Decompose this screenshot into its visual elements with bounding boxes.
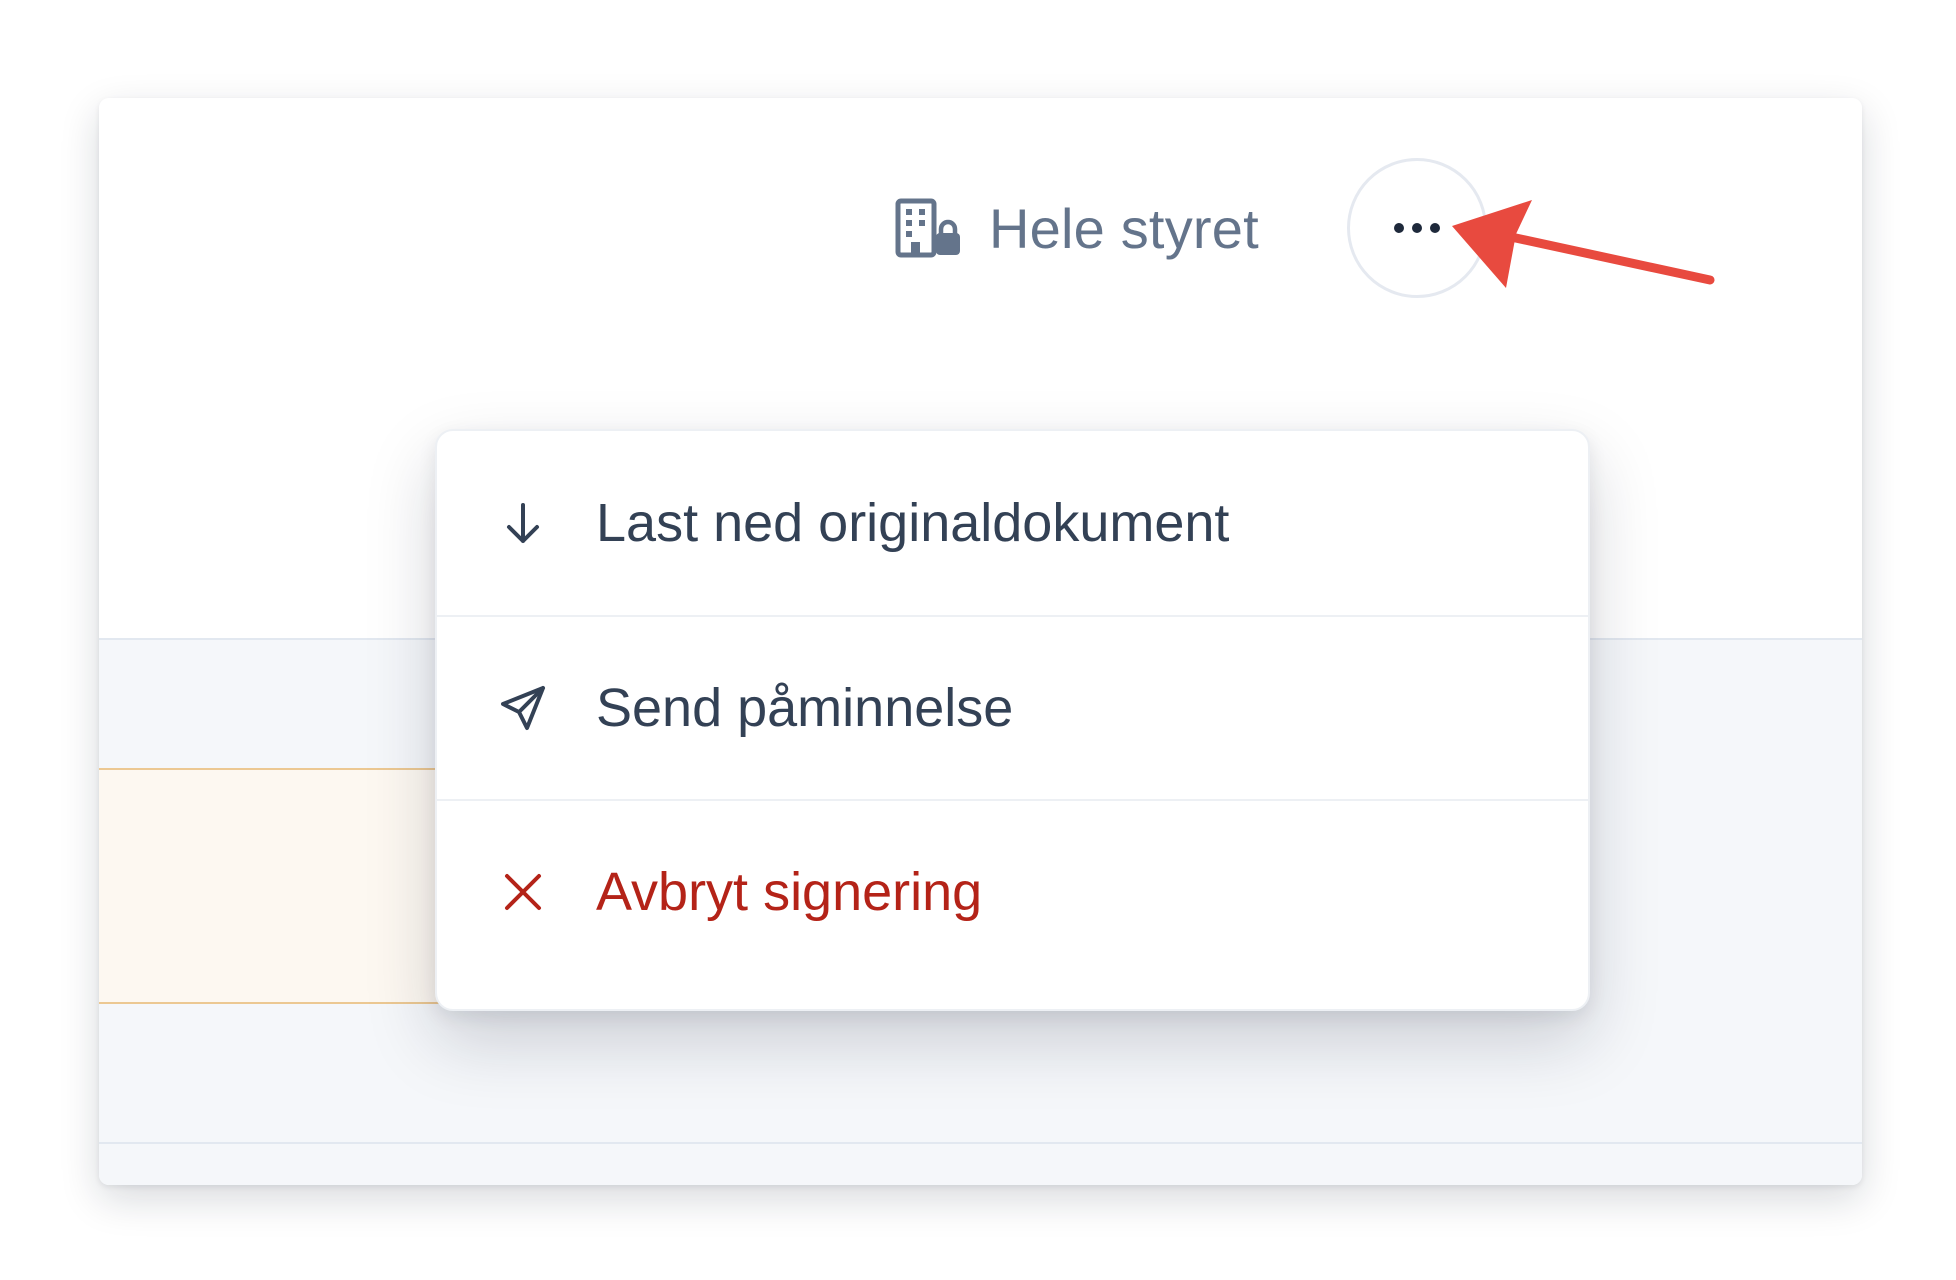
building-lock-icon: [895, 198, 960, 258]
menu-item-label: Avbryt signering: [596, 862, 983, 922]
more-horizontal-icon: [1390, 223, 1444, 233]
access-label: Hele styret: [989, 196, 1259, 260]
close-icon: [505, 874, 541, 910]
annotation-arrow: [1452, 200, 1715, 288]
send-icon: [501, 686, 545, 730]
menu-item-send-reminder[interactable]: Send påminnelse: [437, 615, 1588, 799]
options-dropdown-menu: Last ned originaldokument Send påminnels…: [435, 429, 1590, 1011]
divider: [99, 1142, 1862, 1144]
arrow-down-icon: [507, 503, 539, 543]
menu-item-label: Send påminnelse: [596, 678, 1014, 738]
menu-item-download-original[interactable]: Last ned originaldokument: [437, 431, 1588, 615]
menu-item-label: Last ned originaldokument: [596, 493, 1230, 553]
menu-item-cancel-signing[interactable]: Avbryt signering: [437, 799, 1588, 983]
access-indicator: Hele styret: [895, 196, 1259, 260]
